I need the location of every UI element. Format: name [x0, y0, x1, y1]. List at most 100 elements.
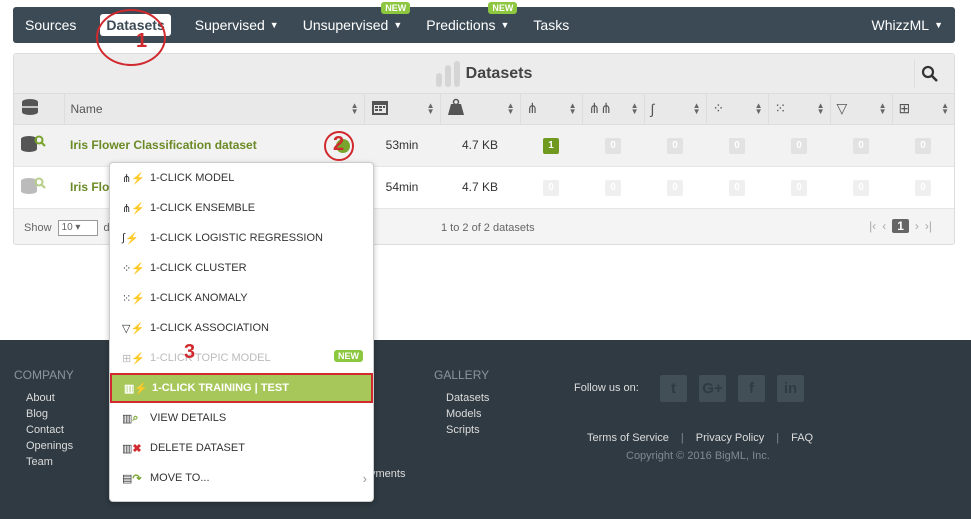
caret-down-icon: ▼ — [393, 20, 403, 30]
col-clusters[interactable]: ⁘ ▲ ▼ — [706, 94, 769, 125]
new-badge: NEW — [334, 350, 363, 362]
count-badge[interactable]: 1 — [543, 137, 559, 154]
footer-link-about[interactable]: About — [14, 392, 74, 404]
menu-label: 1-CLICK CLUSTER — [150, 262, 247, 274]
weight-icon — [447, 99, 464, 116]
facebook-icon[interactable]: f — [738, 375, 765, 402]
footer-link-models[interactable]: Models — [434, 408, 489, 420]
footer-link-contact[interactable]: Contact — [14, 424, 74, 436]
dataset-search-icon — [21, 135, 46, 152]
menu-1click-anomaly[interactable]: ⁙ ⚡ 1-CLICK ANOMALY — [110, 283, 373, 313]
datasets-bars-icon — [435, 60, 460, 87]
privacy-link[interactable]: Privacy Policy — [696, 432, 764, 444]
user-name: WhizzML — [871, 17, 930, 33]
ensemble-icon: ⋔ ⚡ — [122, 202, 145, 215]
current-page[interactable]: 1 — [892, 218, 909, 233]
nav-supervised[interactable]: Supervised ▼ — [183, 7, 291, 43]
col-ensembles[interactable]: ⋔⋔ ▲ ▼ — [582, 94, 645, 125]
count-badge: 0 — [729, 179, 745, 196]
menu-1click-model[interactable]: ⋔ ⚡ 1-CLICK MODEL — [110, 163, 373, 193]
google-plus-icon[interactable]: G+ — [699, 375, 726, 402]
footer-link-team[interactable]: Team — [14, 456, 74, 468]
sort-icon: ▲ ▼ — [754, 101, 763, 116]
col-logistic[interactable]: ∫ ▲ ▼ — [644, 94, 707, 125]
new-badge: NEW — [381, 2, 411, 14]
last-page-icon[interactable]: ›| — [925, 219, 932, 233]
footer-link-scripts[interactable]: Scripts — [434, 424, 489, 436]
col-size[interactable]: ▲ ▼ — [440, 94, 521, 125]
footer-company-title: COMPANY — [14, 368, 74, 382]
menu-view-details[interactable]: ▥ ⌕ VIEW DETAILS — [110, 403, 373, 433]
count-badge: 0 — [667, 179, 683, 196]
logistic-icon: ∫ ⚡ — [122, 232, 139, 245]
user-menu[interactable]: WhizzML ▼ — [860, 7, 955, 43]
view-details-icon: ▥ ⌕ — [122, 411, 139, 425]
nav-sources[interactable]: Sources — [13, 7, 88, 43]
row-count-cell: 0 — [644, 166, 706, 209]
copyright: Copyright © 2016 BigML, Inc. — [626, 450, 770, 462]
menu-1click-logistic[interactable]: ∫ ⚡ 1-CLICK LOGISTIC REGRESSION — [110, 223, 373, 253]
menu-move-to[interactable]: ▤ ↷ MOVE TO... › — [110, 463, 373, 493]
col-associations[interactable]: ▽ ▲ ▼ — [830, 94, 893, 125]
caret-down-icon: ▼ — [269, 20, 279, 30]
menu-label: 1-CLICK ENSEMBLE — [150, 202, 256, 214]
menu-1click-association[interactable]: ▽ ⚡ 1-CLICK ASSOCIATION — [110, 313, 373, 343]
page-size-select[interactable]: 10 ▾ — [57, 219, 98, 236]
col-age[interactable]: ▲ ▼ — [364, 94, 441, 125]
training-test-icon: ▥ ⚡ — [124, 382, 149, 395]
col-name-label: Name — [70, 101, 103, 116]
twitter-icon[interactable]: t — [660, 375, 687, 402]
col-anomalies[interactable]: ⁙ ▲ ▼ — [768, 94, 831, 125]
footer-link-datasets[interactable]: Datasets — [434, 392, 489, 404]
footer-link-blog[interactable]: Blog — [14, 408, 74, 420]
first-page-icon[interactable]: |‹ — [869, 219, 876, 233]
menu-1click-ensemble[interactable]: ⋔ ⚡ 1-CLICK ENSEMBLE — [110, 193, 373, 223]
nav-supervised-label: Supervised — [194, 17, 265, 33]
sort-icon: ▲ ▼ — [630, 101, 639, 116]
row-count-cell: 0 — [768, 166, 830, 209]
col-topic-models[interactable]: ⊞ ▲ ▼ — [892, 94, 954, 125]
footer-link-openings[interactable]: Openings — [14, 440, 74, 452]
count-badge: 0 — [853, 137, 869, 154]
col-type[interactable] — [14, 94, 65, 125]
annotation-number-2: 2 — [333, 133, 345, 155]
row-count-cell: 1 — [520, 124, 582, 167]
nav-predictions[interactable]: Predictions ▼ NEW — [414, 2, 521, 43]
linkedin-icon[interactable]: in — [777, 375, 804, 402]
menu-1click-topic-model[interactable]: ⊞ ⚡ 1-CLICK TOPIC MODEL NEW — [110, 343, 373, 373]
legal-links: Terms of Service | Privacy Policy | FAQ — [587, 432, 813, 444]
row-count-cell: 0 — [830, 124, 892, 167]
prev-page-icon[interactable]: ‹ — [882, 219, 886, 233]
col-name[interactable]: Name ▲ ▼ — [64, 94, 365, 125]
association-icon: ▽ ⚡ — [122, 322, 145, 335]
footer-link-partial[interactable]: yments — [370, 468, 405, 480]
show-label: Show — [24, 221, 52, 234]
row-type-cell — [14, 124, 64, 167]
search-button[interactable] — [914, 60, 944, 88]
footer-gallery-title: GALLERY — [434, 368, 490, 382]
annotation-number-1: 1 — [136, 30, 148, 52]
nav-unsupervised-label: Unsupervised — [302, 17, 389, 33]
caret-down-icon: ▼ — [934, 20, 943, 30]
separator: | — [776, 432, 780, 444]
sort-icon: ▲ ▼ — [816, 101, 825, 116]
row-name-cell: Iris Flower Classification dataset — [64, 124, 364, 167]
nav-unsupervised[interactable]: Unsupervised ▼ NEW — [291, 2, 415, 43]
chevron-right-icon: › — [362, 471, 367, 486]
dataset-name-link[interactable]: Iris Flo — [70, 180, 109, 194]
dataset-name-link[interactable]: Iris Flower Classification dataset — [70, 138, 257, 152]
count-badge: 0 — [915, 137, 931, 154]
menu-1click-training-test[interactable]: ▥ ⚡ 1-CLICK TRAINING | TEST — [110, 373, 373, 403]
next-page-icon[interactable]: › — [915, 219, 919, 233]
ensemble-icon: ⋔⋔ — [588, 100, 612, 117]
faq-link[interactable]: FAQ — [791, 432, 813, 444]
table-row[interactable]: Iris Flower Classification dataset 53min… — [14, 124, 954, 167]
menu-1click-cluster[interactable]: ⁘ ⚡ 1-CLICK CLUSTER — [110, 253, 373, 283]
cluster-icon: ⁘ ⚡ — [122, 262, 145, 275]
col-models[interactable]: ⋔ ▲ ▼ — [520, 94, 583, 125]
terms-link[interactable]: Terms of Service — [587, 432, 669, 444]
count-badge: 0 — [605, 179, 621, 196]
nav-tasks[interactable]: Tasks — [521, 7, 581, 43]
topic-model-icon: ⊞ ⚡ — [122, 352, 145, 365]
menu-delete-dataset[interactable]: ▥ ✖ DELETE DATASET — [110, 433, 373, 463]
